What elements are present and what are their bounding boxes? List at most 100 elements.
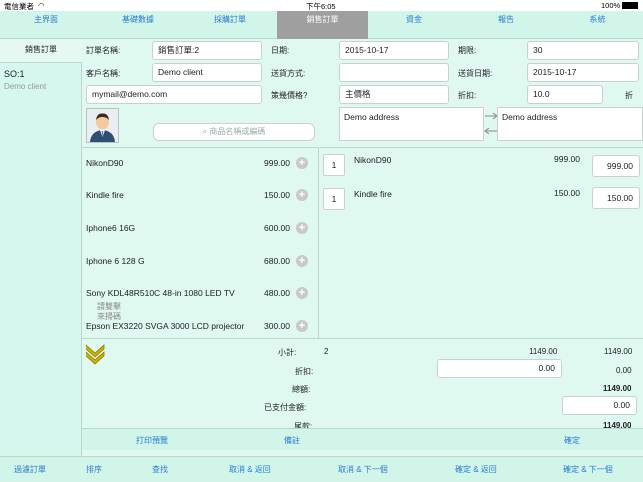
product-price: 680.00 [264,256,290,266]
confirm-button[interactable]: 確定 [564,435,580,446]
email-field[interactable]: mymail@demo.com [86,85,262,104]
tab-sales-order[interactable]: 銷售訂單 [277,11,368,39]
cart-item-total-field[interactable]: 150.00 [592,187,640,209]
cancel-next-button[interactable]: 取消 & 下一個 [338,464,388,475]
cart-item-total-field[interactable]: 999.00 [592,155,640,177]
add-icon[interactable]: + [296,222,308,234]
product-name: Epson EX3220 SVGA 3000 LCD projector [86,321,245,331]
order-list-panel: 銷售訂單 SO:1 Demo client [0,39,82,456]
order-name-field[interactable]: 銷售訂單:2 [152,41,262,60]
shipping-address-field[interactable]: Demo address [497,107,643,141]
search-placeholder: 商品名稱或編碼 [209,127,266,136]
battery-icon [622,2,638,9]
product-name: NikonD90 [86,158,124,168]
cart-item-unit-price: 999.00 [554,154,580,164]
sort-button[interactable]: 排序 [86,464,102,475]
paid-amount-field[interactable]: 0.00 [562,396,637,415]
note-button[interactable]: 備註 [284,435,300,446]
paid-label: 已支付金額: [264,403,307,412]
discount-field[interactable]: 10.0 [527,85,603,104]
cart-item-unit-price: 150.00 [554,188,580,198]
discount-suffix: 折 [625,91,633,100]
action-bar: 打印預覽 備註 確定 [82,428,643,450]
tab-main[interactable]: 主界面 [0,11,92,39]
date-label: 日期: [271,46,290,55]
top-navigation: 主界面 基礎數據 採購訂單 銷售訂單 資金 報告 系統 [0,11,643,39]
scan-hint-line1: 請雙擊 [97,302,121,311]
order-client[interactable]: Demo client [4,82,46,91]
billing-address-field[interactable]: Demo address [339,107,484,141]
print-preview-button[interactable]: 打印預覽 [136,435,168,446]
cart-qty-field[interactable]: 1 [323,188,345,210]
product-name: Iphone6 16G [86,223,136,233]
cart-item-name: NikonD90 [354,155,392,165]
cart-item-name: Kindle fire [354,189,392,199]
discount-amount: 0.00 [616,366,632,375]
product-name: Iphone 6 128 G [86,256,145,266]
grand-total-label: 總額: [292,385,311,394]
term-label: 期限: [458,46,477,55]
product-item[interactable]: Iphone6 16G 600.00 + [86,222,314,243]
add-icon[interactable]: + [296,320,308,332]
add-icon[interactable]: + [296,287,308,299]
confirm-return-button[interactable]: 確定 & 返回 [455,464,497,475]
add-icon[interactable]: + [296,255,308,267]
price-policy-field[interactable]: 主價格 [339,85,449,104]
shipping-method-label: 送貨方式: [271,69,306,78]
discount-label: 折扣: [458,91,477,100]
delivery-date-field[interactable]: 2015-10-17 [527,63,639,82]
subtotal-count: 2 [324,347,329,356]
product-name: Sony KDL48R510C 48-in 1080 LED TV [86,288,235,298]
user-icon [87,109,118,142]
term-field[interactable]: 30 [527,41,639,60]
battery-percent: 100% [601,1,621,10]
subtotal-label: 小計: [278,348,297,357]
add-icon[interactable]: + [296,157,308,169]
date-field[interactable]: 2015-10-17 [339,41,449,60]
product-price: 480.00 [264,288,290,298]
product-search-input[interactable]: ⌕ 商品名稱或編碼 [153,123,315,141]
price-policy-label: 策幾價格? [271,91,308,100]
order-list-title: 銷售訂單 [0,39,82,63]
product-name: Kindle fire [86,190,124,200]
shipping-method-field[interactable] [339,63,449,82]
totals-panel: 小計: 2 1149.00 1149.00 折扣: 0.00 0.00 總額: … [82,338,643,429]
tab-reports[interactable]: 報告 [460,11,552,39]
product-list: NikonD90 999.00 + Kindle fire 150.00 + Iphon… [82,147,319,338]
tab-base-data[interactable]: 基礎數據 [92,11,184,39]
product-price: 150.00 [264,190,290,200]
avatar[interactable] [86,108,119,143]
add-icon[interactable]: + [296,189,308,201]
collapse-chevron-icon[interactable] [85,344,105,366]
tab-system[interactable]: 系統 [552,11,643,39]
subtotal-total: 1149.00 [604,347,633,356]
delivery-date-label: 送貨日期: [458,69,493,78]
customer-label: 客戶名稱: [86,69,121,78]
discount-amount-field[interactable]: 0.00 [437,359,562,378]
cart-qty-field[interactable]: 1 [323,154,345,176]
status-bar: 電信業者 ◠ 下午6:05 100% [0,0,643,11]
subtotal-value: 1149.00 [529,347,558,356]
scan-hint: 請雙擊 來掃碼 [97,302,121,322]
swap-arrows-icon[interactable] [484,110,498,138]
cart-list: 1 NikonD90 999.00 999.00 1 Kindle fire 1… [320,147,643,338]
product-item[interactable]: Iphone 6 128 G 680.00 + [86,255,314,276]
wifi-icon: ◠ [38,1,45,10]
confirm-next-button[interactable]: 確定 & 下一個 [563,464,613,475]
tab-funds[interactable]: 資金 [368,11,460,39]
find-button[interactable]: 查找 [152,464,168,475]
grand-total: 1149.00 [603,384,632,393]
product-item[interactable]: Kindle fire 150.00 + [86,189,314,210]
order-id[interactable]: SO:1 [4,69,25,79]
product-price: 300.00 [264,321,290,331]
product-price: 600.00 [264,223,290,233]
tab-purchase-order[interactable]: 採購訂單 [184,11,276,39]
bottom-toolbar: 過濾訂單 排序 查找 取消 & 返回 取消 & 下一個 確定 & 返回 確定 &… [0,456,643,482]
product-price: 999.00 [264,158,290,168]
customer-field[interactable]: Demo client [152,63,262,82]
discount-total-label: 折扣: [295,367,314,376]
filter-orders-button[interactable]: 過濾訂單 [14,464,46,475]
cancel-return-button[interactable]: 取消 & 返回 [229,464,271,475]
product-item[interactable]: NikonD90 999.00 + [86,157,314,178]
order-name-label: 訂單名稱: [86,46,121,55]
